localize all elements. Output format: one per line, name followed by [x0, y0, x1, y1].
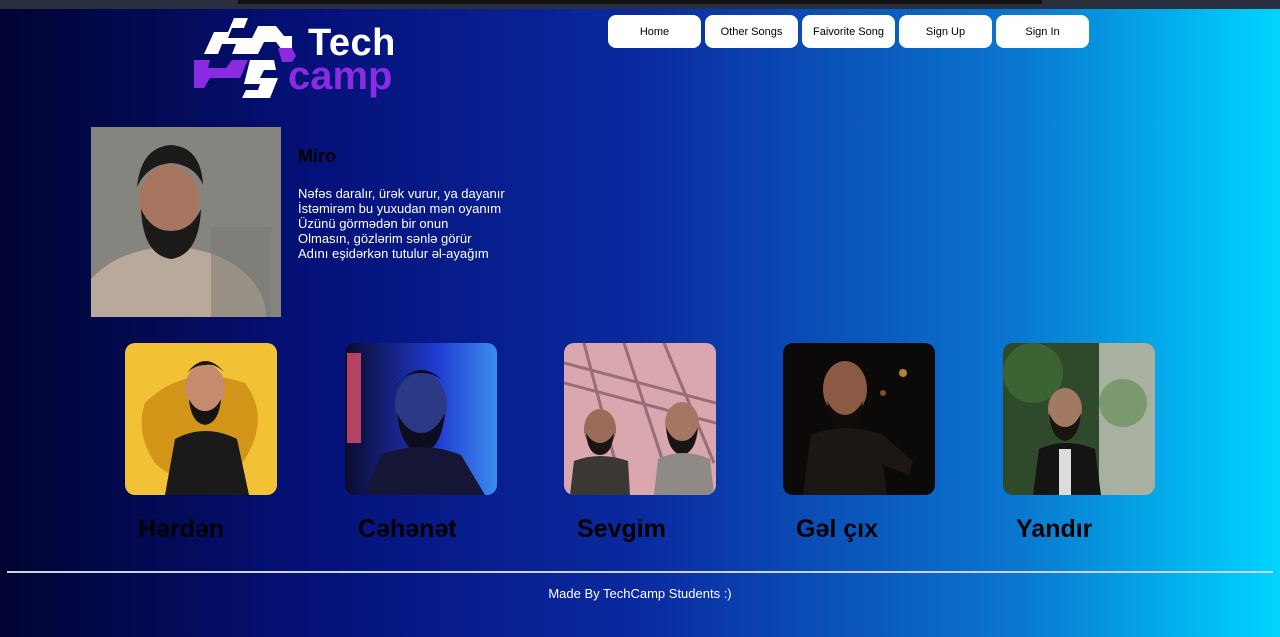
song-title[interactable]: Cəhənət: [358, 515, 457, 544]
browser-top-strip: [0, 0, 1280, 9]
song-title[interactable]: Sevgim: [577, 515, 666, 544]
nav-home-button[interactable]: Home: [608, 15, 701, 48]
song-grid: Hərdən Cəhənət Sevgim Gəl çıx Yandır: [0, 343, 1280, 563]
song-card[interactable]: Sevgim: [564, 343, 724, 543]
song-card[interactable]: Gəl çıx: [783, 343, 943, 543]
song-cover-image[interactable]: [564, 343, 716, 495]
artist-photo: [91, 127, 281, 317]
song-card[interactable]: Yandır: [1003, 343, 1163, 543]
techcamp-logo[interactable]: Tech camp: [192, 14, 412, 100]
top-navigation: Home Other Songs Faivorite Song Sign Up …: [608, 15, 1089, 48]
song-cover-image[interactable]: [345, 343, 497, 495]
song-cover-image[interactable]: [125, 343, 277, 495]
nav-sign-up-button[interactable]: Sign Up: [899, 15, 992, 48]
song-card[interactable]: Hərdən: [125, 343, 285, 543]
browser-scroll-bar: [238, 0, 1042, 4]
nav-sign-in-button[interactable]: Sign In: [996, 15, 1089, 48]
lyrics-line: Üzünü görmədən bir onun: [298, 216, 449, 231]
footer-text: Made By TechCamp Students :): [548, 586, 732, 601]
song-card[interactable]: Cəhənət: [345, 343, 505, 543]
lyrics-line: Adını eşidərkən tutulur əl-ayağım: [298, 246, 489, 261]
artist-name: Miro: [298, 146, 336, 166]
song-cover-image[interactable]: [783, 343, 935, 495]
logo-text-camp: camp: [288, 54, 393, 98]
song-title[interactable]: Yandır: [1016, 515, 1092, 544]
footer-divider: [7, 571, 1273, 573]
logo-mark-icon: [194, 18, 296, 98]
nav-favorite-song-button[interactable]: Faivorite Song: [802, 15, 895, 48]
song-title[interactable]: Hərdən: [138, 515, 224, 544]
lyrics-block: Nəfəs daralır, ürək vurur, ya dayanır İs…: [298, 186, 505, 261]
song-cover-image[interactable]: [1003, 343, 1155, 495]
lyrics-line: İstəmirəm bu yuxudan mən oyanım: [298, 201, 502, 216]
nav-other-songs-button[interactable]: Other Songs: [705, 15, 798, 48]
song-title[interactable]: Gəl çıx: [796, 515, 878, 544]
lyrics-line: Olmasın, gözlərim sənlə görür: [298, 231, 472, 246]
lyrics-line: Nəfəs daralır, ürək vurur, ya dayanır: [298, 186, 505, 201]
